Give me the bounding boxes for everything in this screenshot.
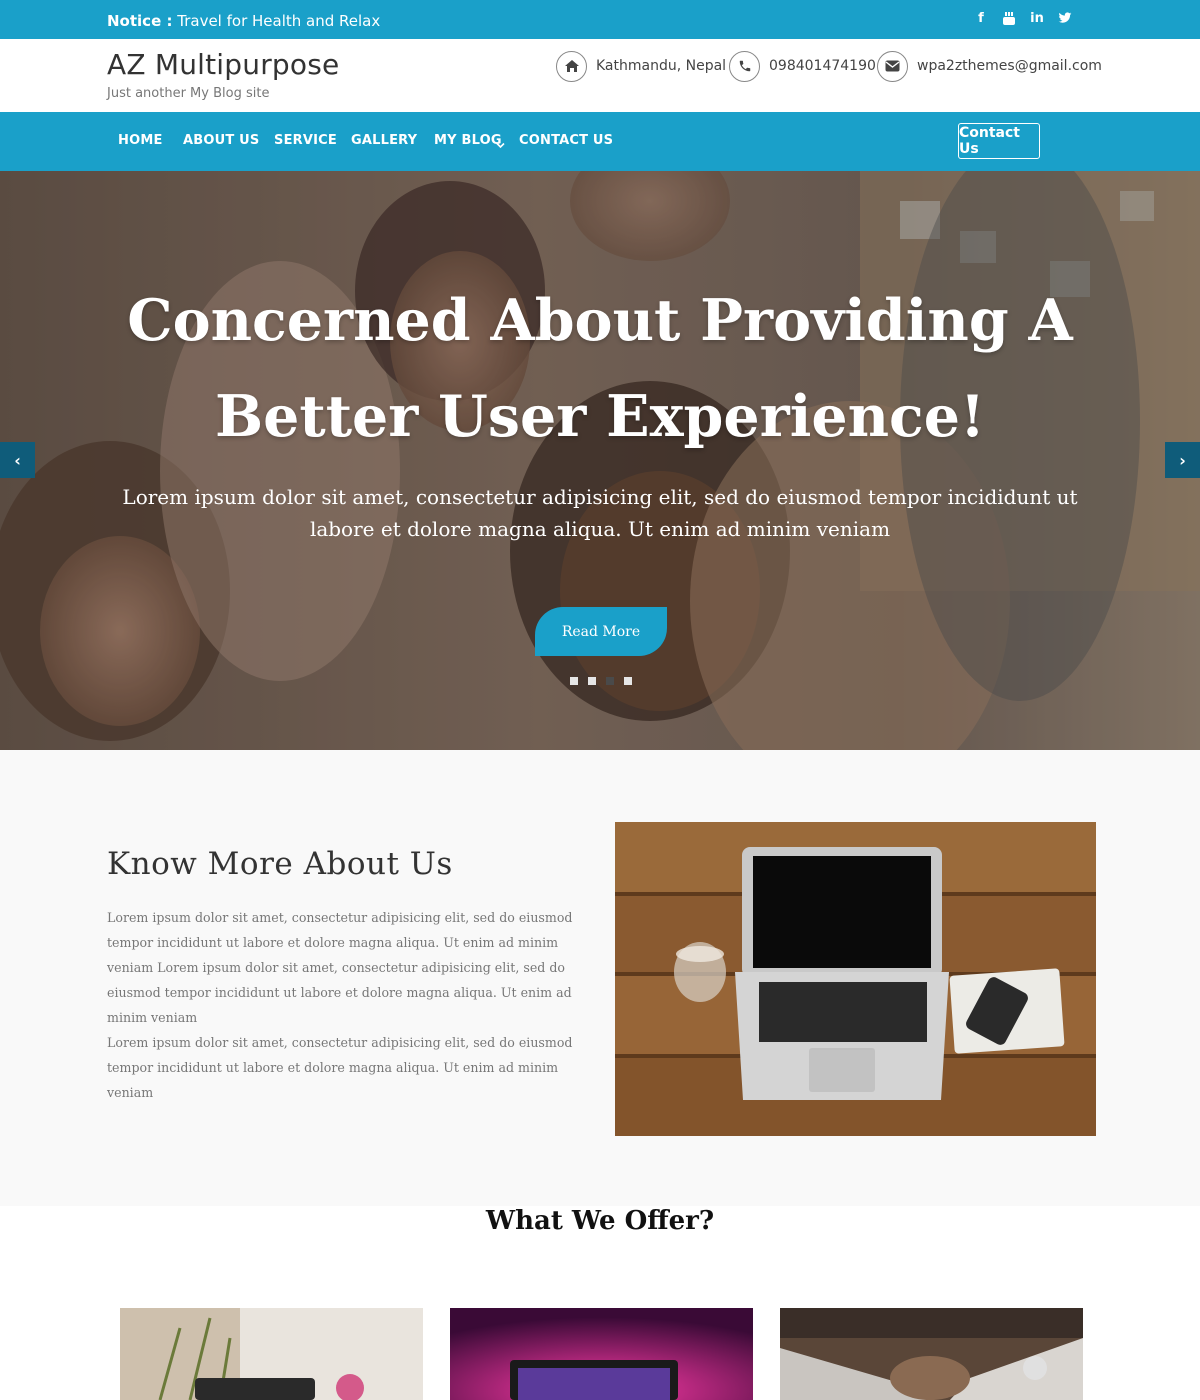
email-text[interactable]: wpa2zthemes@gmail.com: [917, 58, 1102, 74]
contact-us-button[interactable]: Contact Us: [958, 123, 1040, 159]
main-nav: HOME ABOUT US SERVICE GALLERY MY BLOG CO…: [0, 112, 1200, 171]
phone-icon: [729, 50, 760, 82]
about-paragraph-2: Lorem ipsum dolor sit amet, consectetur …: [107, 1035, 573, 1100]
twitter-icon[interactable]: [1058, 11, 1072, 26]
about-title: Know More About Us: [107, 846, 453, 882]
linkedin-icon[interactable]: in: [1030, 11, 1044, 26]
about-section: Know More About Us Lorem ipsum dolor sit…: [0, 750, 1200, 1206]
chevron-left-icon: ‹: [14, 450, 21, 470]
phone-text[interactable]: 098401474190: [769, 58, 876, 74]
site-header: AZ Multipurpose Just another My Blog sit…: [0, 39, 1200, 112]
laptop-desk-image: [615, 822, 1096, 1136]
nav-item-service[interactable]: SERVICE: [274, 133, 337, 148]
slider-dot-active[interactable]: [606, 677, 614, 685]
hero-title-line-2: Better User Experience!: [214, 383, 986, 450]
email-item: wpa2zthemes@gmail.com: [877, 50, 1102, 82]
phone-item: 098401474190: [729, 50, 876, 82]
notice: Notice : Travel for Health and Relax: [107, 12, 380, 30]
nav-item-about-us[interactable]: ABOUT US: [183, 133, 260, 148]
address-item: Kathmandu, Nepal: [556, 50, 726, 82]
nav-item-contact-us[interactable]: CONTACT US: [519, 133, 613, 148]
offer-card-image[interactable]: [450, 1308, 753, 1400]
notice-text: Travel for Health and Relax: [177, 12, 381, 30]
envelope-icon: [877, 50, 908, 82]
home-icon: [556, 50, 587, 82]
offer-title: What We Offer?: [485, 1206, 715, 1236]
site-tagline: Just another My Blog site: [107, 86, 270, 101]
nav-item-my-blog[interactable]: MY BLOG: [434, 133, 502, 148]
hero-title: Concerned About Providing A Better User …: [0, 273, 1200, 465]
slider-dot[interactable]: [588, 677, 596, 685]
notice-label: Notice :: [107, 12, 173, 30]
offer-card-image[interactable]: [780, 1308, 1083, 1400]
site-title[interactable]: AZ Multipurpose: [107, 48, 339, 81]
nav-item-gallery[interactable]: GALLERY: [351, 133, 417, 148]
slider-dot[interactable]: [624, 677, 632, 685]
chevron-down-icon: [496, 136, 505, 154]
slider-prev-arrow[interactable]: ‹: [0, 442, 35, 478]
about-paragraph-1: Lorem ipsum dolor sit amet, consectetur …: [107, 910, 573, 1025]
hero-slider: Concerned About Providing A Better User …: [0, 171, 1200, 750]
notice-bar: Notice : Travel for Health and Relax f i…: [0, 0, 1200, 39]
youtube-icon[interactable]: [1002, 11, 1016, 26]
address-text: Kathmandu, Nepal: [596, 58, 727, 74]
slider-next-arrow[interactable]: ›: [1165, 442, 1200, 478]
hero-title-line-1: Concerned About Providing A: [127, 287, 1073, 354]
offer-card-image[interactable]: [120, 1308, 423, 1400]
social-links: f in: [974, 11, 1072, 26]
facebook-icon[interactable]: f: [974, 11, 988, 26]
hero-description: Lorem ipsum dolor sit amet, consectetur …: [122, 485, 1078, 541]
slider-dot[interactable]: [570, 677, 578, 685]
read-more-button[interactable]: Read More: [535, 607, 667, 656]
chevron-right-icon: ›: [1179, 450, 1186, 470]
slider-dots: [570, 677, 632, 685]
nav-item-home[interactable]: HOME: [118, 133, 163, 148]
